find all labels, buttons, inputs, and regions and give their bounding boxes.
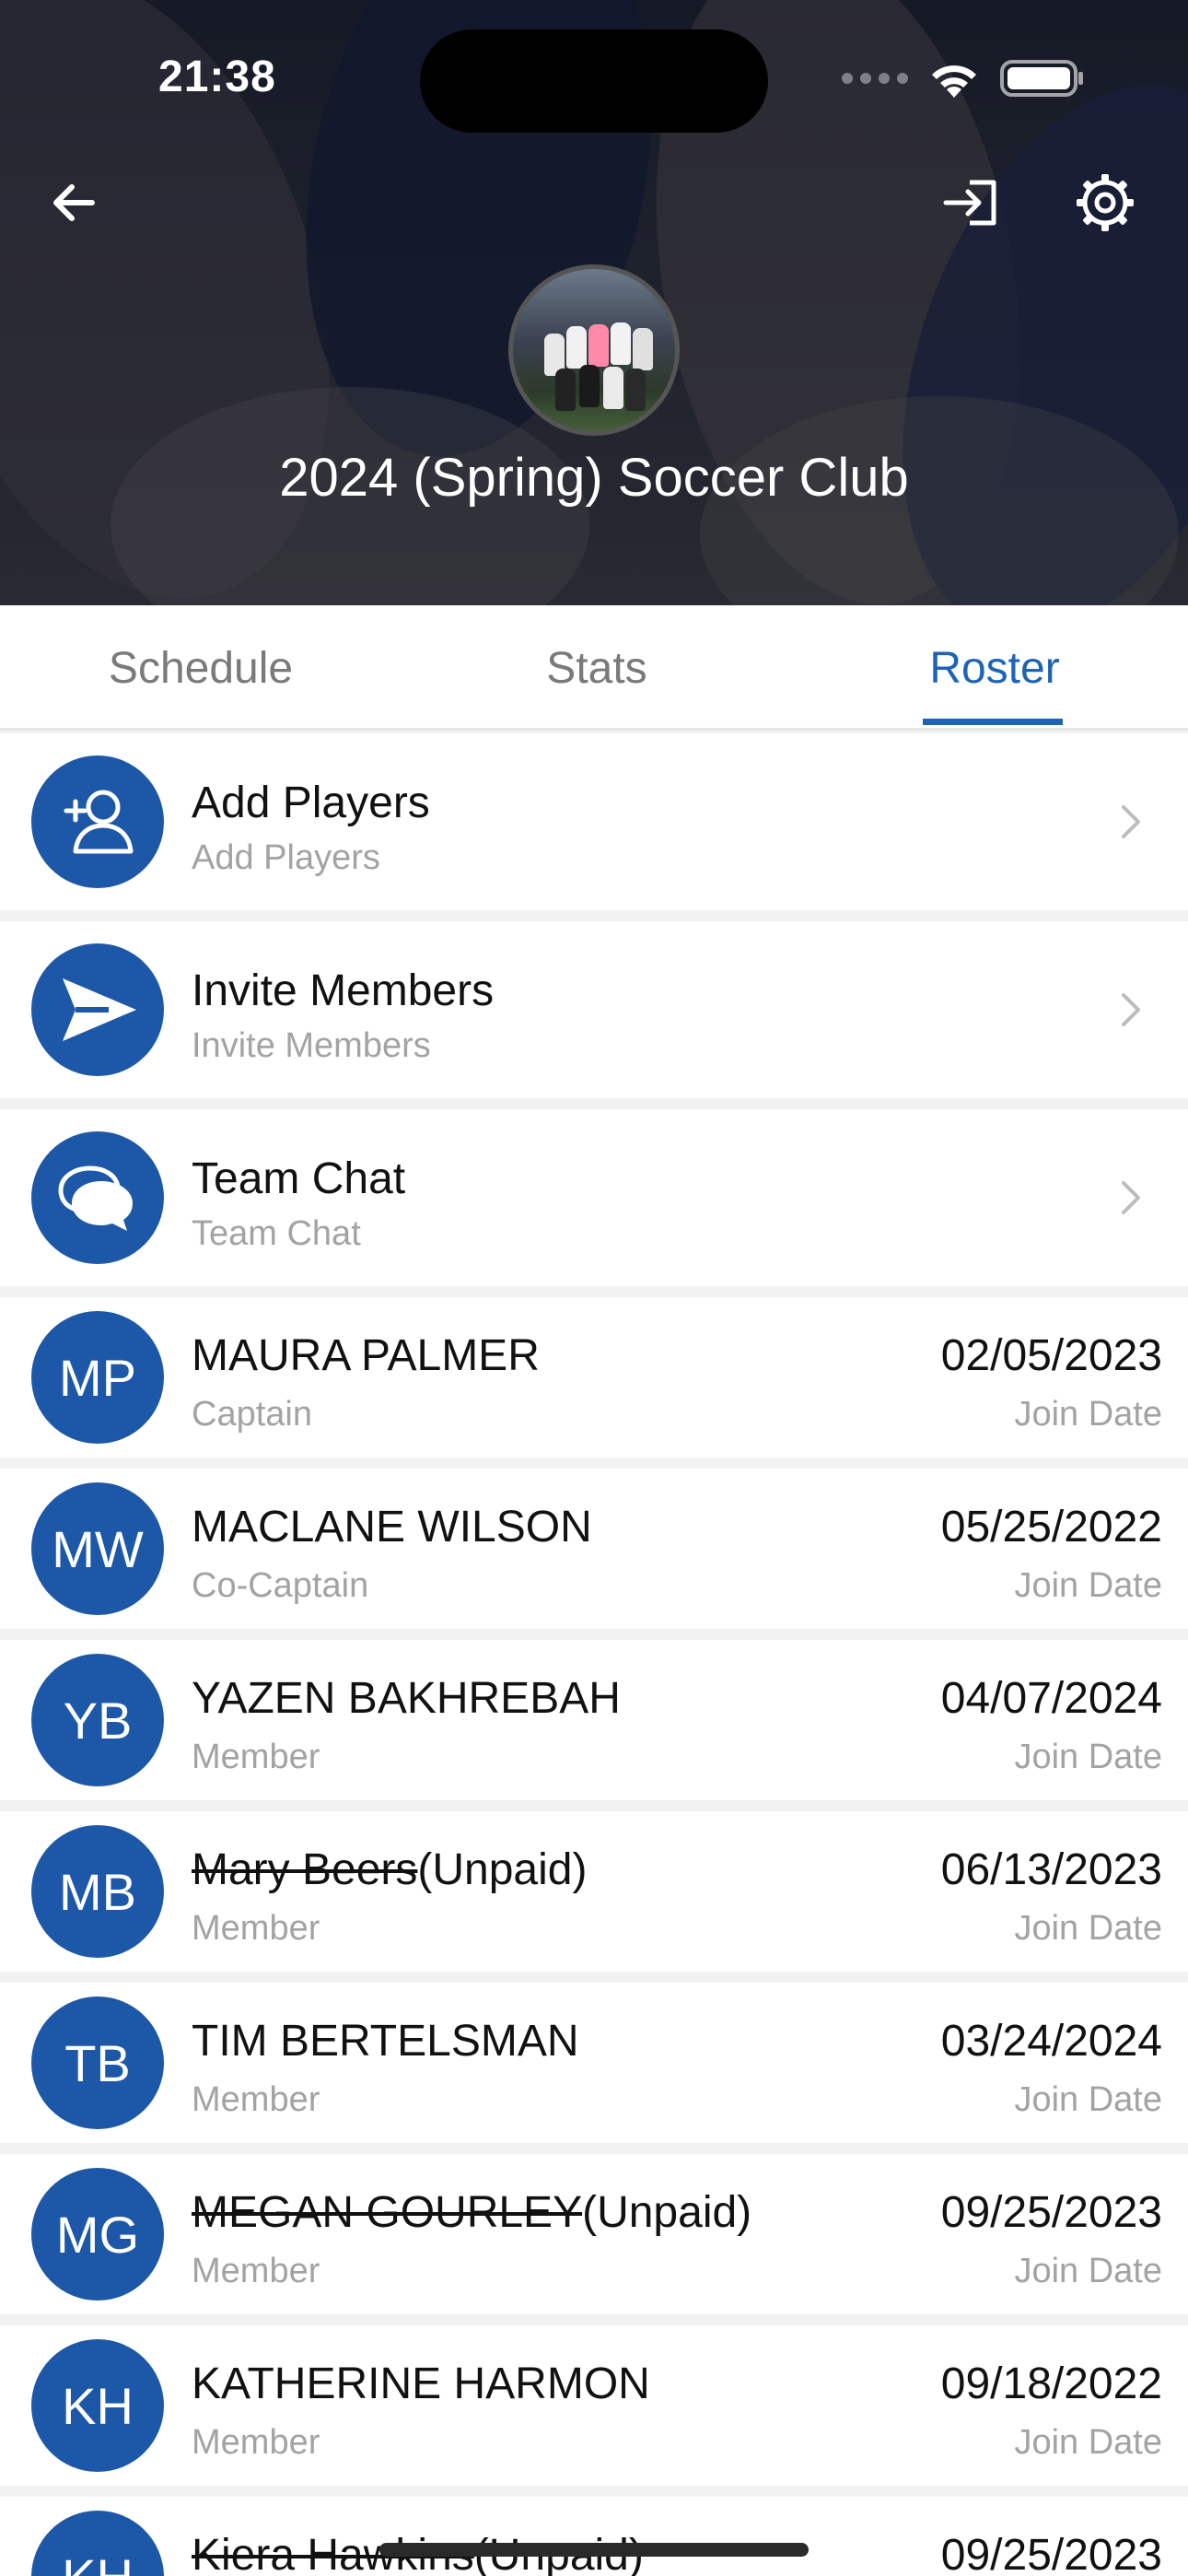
member-avatar: MG <box>31 2168 164 2301</box>
active-tab-indicator <box>923 719 1063 725</box>
member-name: Mary Beers(Unpaid) <box>192 1844 587 1895</box>
team-chat-row[interactable]: Team Chat Team Chat <box>0 1109 1188 1286</box>
dynamic-island <box>420 29 768 133</box>
member-name: TIM BERTELSMAN <box>192 2017 579 2066</box>
join-date: 09/25/2023 <box>940 2188 1162 2237</box>
invite-members-row[interactable]: Invite Members Invite Members <box>0 921 1188 1098</box>
add-players-row[interactable]: Add Players Add Players <box>0 733 1188 910</box>
join-date: 09/25/2023 <box>940 2531 1162 2576</box>
member-avatar: TB <box>31 1996 164 2129</box>
member-name: KATHERINE HARMON <box>192 2359 650 2408</box>
battery-icon <box>1000 60 1083 97</box>
join-date-label: Join Date <box>1014 2423 1162 2462</box>
home-indicator[interactable] <box>379 2543 809 2557</box>
add-person-icon <box>31 755 164 888</box>
team-header: 21:38 2024 (Spring) Soccer Club <box>0 0 1188 605</box>
member-avatar: MB <box>31 1825 164 1958</box>
sign-in-icon <box>943 180 996 226</box>
row-subtitle: Invite Members <box>192 1026 431 1065</box>
join-date: 05/25/2022 <box>940 1503 1162 1551</box>
join-date: 02/05/2023 <box>940 1331 1162 1380</box>
member-row[interactable]: MG MEGAN GOURLEY(Unpaid) Member 09/25/20… <box>0 2154 1188 2314</box>
arrow-left-icon <box>53 184 95 221</box>
status-time: 21:38 <box>158 53 276 101</box>
member-name: YAZEN BAKHREBAH <box>192 1674 621 1723</box>
member-avatar: MW <box>31 1482 164 1615</box>
join-date: 03/24/2024 <box>940 2017 1162 2066</box>
member-avatar: MP <box>31 1311 164 1444</box>
unpaid-label: (Unpaid) <box>417 1845 588 1894</box>
member-role: Member <box>192 2080 320 2119</box>
member-avatar: KH <box>31 2511 164 2576</box>
row-title: Invite Members <box>192 966 495 1015</box>
cellular-signal-icon <box>842 73 908 84</box>
member-name: MACLANE WILSON <box>192 1503 592 1551</box>
join-team-button[interactable] <box>935 166 1008 240</box>
join-date: 09/18/2022 <box>940 2359 1162 2408</box>
unpaid-member-name: MEGAN GOURLEY <box>192 2188 583 2237</box>
join-date-label: Join Date <box>1014 1395 1162 1434</box>
settings-button[interactable] <box>1068 166 1142 240</box>
member-role: Member <box>192 1909 320 1948</box>
join-date-label: Join Date <box>1014 1909 1162 1948</box>
send-icon <box>31 943 164 1076</box>
wifi-icon <box>932 65 976 98</box>
join-date-label: Join Date <box>1014 2080 1162 2119</box>
join-date-label: Join Date <box>1014 1738 1162 1776</box>
chevron-right-icon <box>1112 1170 1149 1225</box>
chat-bubbles-icon <box>31 1131 164 1264</box>
member-role: Captain <box>192 1395 312 1434</box>
member-role: Member <box>192 1738 320 1776</box>
unpaid-member-name: Mary Beers <box>192 1845 418 1894</box>
member-row[interactable]: KH Kiera Hawkins(Unpaid) 09/25/2023 <box>0 2497 1188 2576</box>
join-date-label: Join Date <box>1014 2252 1162 2290</box>
row-title: Add Players <box>192 779 430 827</box>
member-row[interactable]: MW MACLANE WILSON Co-Captain 05/25/2022 … <box>0 1469 1188 1629</box>
back-button[interactable] <box>37 166 111 240</box>
member-role: Member <box>192 2423 320 2462</box>
member-row[interactable]: MP MAURA PALMER Captain 02/05/2023 Join … <box>0 1297 1188 1458</box>
member-avatar: KH <box>31 2339 164 2472</box>
member-avatar: YB <box>31 1654 164 1786</box>
chevron-right-icon <box>1112 982 1149 1037</box>
tab-roster[interactable]: Roster <box>847 605 1142 731</box>
team-photo-avatar[interactable] <box>508 264 680 436</box>
row-subtitle: Team Chat <box>192 1214 361 1253</box>
member-name: MAURA PALMER <box>192 1331 540 1380</box>
tab-schedule[interactable]: Schedule <box>53 605 348 731</box>
member-row[interactable]: TB TIM BERTELSMAN Member 03/24/2024 Join… <box>0 1983 1188 2143</box>
unpaid-label: (Unpaid) <box>582 2188 752 2237</box>
join-date-label: Join Date <box>1014 1566 1162 1605</box>
join-date: 04/07/2024 <box>940 1674 1162 1723</box>
member-row[interactable]: YB YAZEN BAKHREBAH Member 04/07/2024 Joi… <box>0 1640 1188 1800</box>
team-name: 2024 (Spring) Soccer Club <box>279 448 909 508</box>
member-row[interactable]: KH KATHERINE HARMON Member 09/18/2022 Jo… <box>0 2325 1188 2486</box>
join-date: 06/13/2023 <box>940 1845 1162 1894</box>
row-title: Team Chat <box>192 1154 406 1203</box>
member-name: MEGAN GOURLEY(Unpaid) <box>192 2187 751 2238</box>
status-icons <box>842 57 1085 100</box>
tab-stats[interactable]: Stats <box>449 605 744 731</box>
gear-icon <box>1077 174 1134 231</box>
member-row[interactable]: MB Mary Beers(Unpaid) Member 06/13/2023 … <box>0 1811 1188 1972</box>
row-subtitle: Add Players <box>192 838 380 877</box>
tab-bar: Schedule Stats Roster <box>0 605 1188 731</box>
chevron-right-icon <box>1112 794 1149 849</box>
member-role: Member <box>192 2252 320 2290</box>
member-role: Co-Captain <box>192 1566 369 1605</box>
